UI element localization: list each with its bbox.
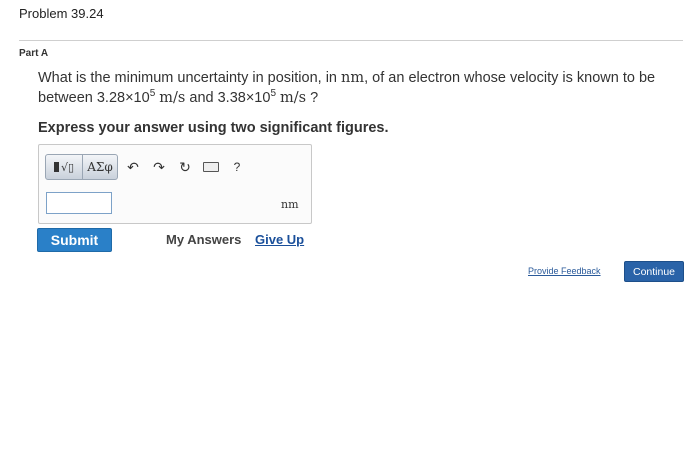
- part-label: Part A: [19, 48, 49, 59]
- redo-icon[interactable]: ↷: [148, 155, 170, 179]
- velocity-1-exponent: 5: [149, 88, 156, 100]
- undo-icon[interactable]: ↶: [122, 155, 144, 179]
- answer-box: √▯ ΑΣφ ↶ ↷ ↻ ? nm: [38, 144, 312, 224]
- question-text-3: and: [185, 90, 218, 106]
- help-icon[interactable]: ?: [226, 155, 248, 179]
- toolbar-button-group: √▯ ΑΣφ: [45, 154, 118, 180]
- templates-button[interactable]: √▯: [46, 155, 83, 179]
- header-divider: [19, 40, 683, 41]
- provide-feedback-link[interactable]: Provide Feedback: [528, 266, 601, 276]
- give-up-link[interactable]: Give Up: [255, 232, 304, 247]
- continue-button[interactable]: Continue: [624, 261, 684, 282]
- reset-icon[interactable]: ↻: [174, 155, 196, 179]
- question-unit-nm: nm: [341, 70, 365, 86]
- question-text-4: ?: [306, 90, 319, 106]
- template-square-icon: [53, 162, 59, 172]
- submit-button[interactable]: Submit: [37, 228, 112, 252]
- symbols-button[interactable]: ΑΣφ: [83, 155, 117, 179]
- velocity-2-mantissa: 3.38×10: [217, 90, 271, 106]
- math-toolbar: √▯ ΑΣφ ↶ ↷ ↻ ?: [45, 152, 263, 182]
- question-text: What is the minimum uncertainty in posit…: [38, 68, 678, 108]
- keyboard-icon[interactable]: [200, 155, 222, 179]
- velocity-1-unit: m/s: [159, 90, 186, 106]
- answer-input[interactable]: [46, 192, 112, 214]
- velocity-2-unit: m/s: [280, 90, 307, 106]
- velocity-2-exponent: 5: [270, 88, 276, 100]
- problem-title: Problem 39.24: [19, 6, 104, 21]
- velocity-1-mantissa: 3.28×10: [96, 90, 150, 106]
- answer-instruction: Express your answer using two significan…: [38, 120, 389, 136]
- my-answers-link[interactable]: My Answers: [166, 232, 241, 247]
- square-root-icon: √▯: [60, 160, 75, 174]
- answer-unit: nm: [281, 198, 299, 211]
- question-text-1: What is the minimum uncertainty in posit…: [38, 70, 342, 86]
